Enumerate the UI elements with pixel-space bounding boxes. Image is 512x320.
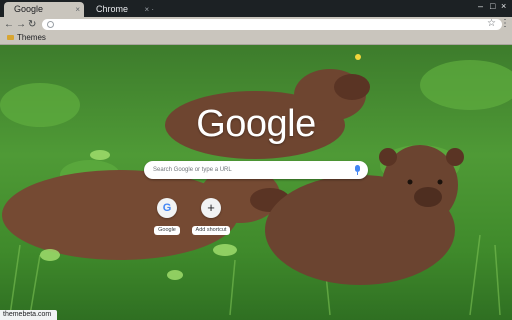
microphone-stem [357,172,358,175]
address-bar[interactable]: ☆ [42,18,502,30]
add-shortcut-button[interactable]: + Add shortcut [186,198,236,236]
back-arrow-icon[interactable]: ← [4,18,14,31]
close-window-icon[interactable]: × [501,1,506,11]
theme-background-image [0,45,512,320]
bookmarks-bar: Themes [0,32,512,45]
folder-icon [7,35,14,41]
tab-title: Chrome [96,4,129,14]
shortcut-label: Google [154,226,180,235]
tab-chrome[interactable]: Chrome × · [86,2,156,17]
status-bubble: themebeta.com [0,310,58,320]
shortcut-label: Add shortcut [191,226,231,235]
title-bar: Google × Chrome × · – □ × [0,0,512,17]
animals-in-grass-illustration [0,54,512,316]
bookmark-star-icon[interactable]: ☆ [487,18,496,29]
shortcut-icon-circle: + [201,198,221,218]
menu-icon[interactable]: ⋮ [500,17,510,31]
bookmark-themes[interactable]: Themes [7,32,46,44]
shortcut-icon-circle: G [157,198,177,218]
reload-icon[interactable]: ↻ [28,18,36,31]
bookmark-label: Themes [17,33,46,42]
search-box[interactable]: Search Google or type a URL [144,161,368,179]
maximize-icon[interactable]: □ [490,1,495,11]
tab-google[interactable]: Google × [4,2,84,17]
forward-arrow-icon[interactable]: → [16,18,26,31]
toolbar: ← → ↻ ☆ ⋮ [0,17,512,32]
minimize-icon[interactable]: – [478,1,483,11]
tab-title: Google [14,4,44,14]
plus-icon: + [207,200,215,215]
google-logo: Google [196,103,316,145]
close-tab-icon[interactable]: × [75,2,80,17]
microphone-icon[interactable] [355,165,360,172]
search-engine-icon [47,21,54,28]
close-tab-icon[interactable]: × · [144,2,154,17]
search-placeholder: Search Google or type a URL [153,167,232,173]
google-icon: G [162,202,172,214]
shortcut-google[interactable]: G Google [142,198,192,236]
